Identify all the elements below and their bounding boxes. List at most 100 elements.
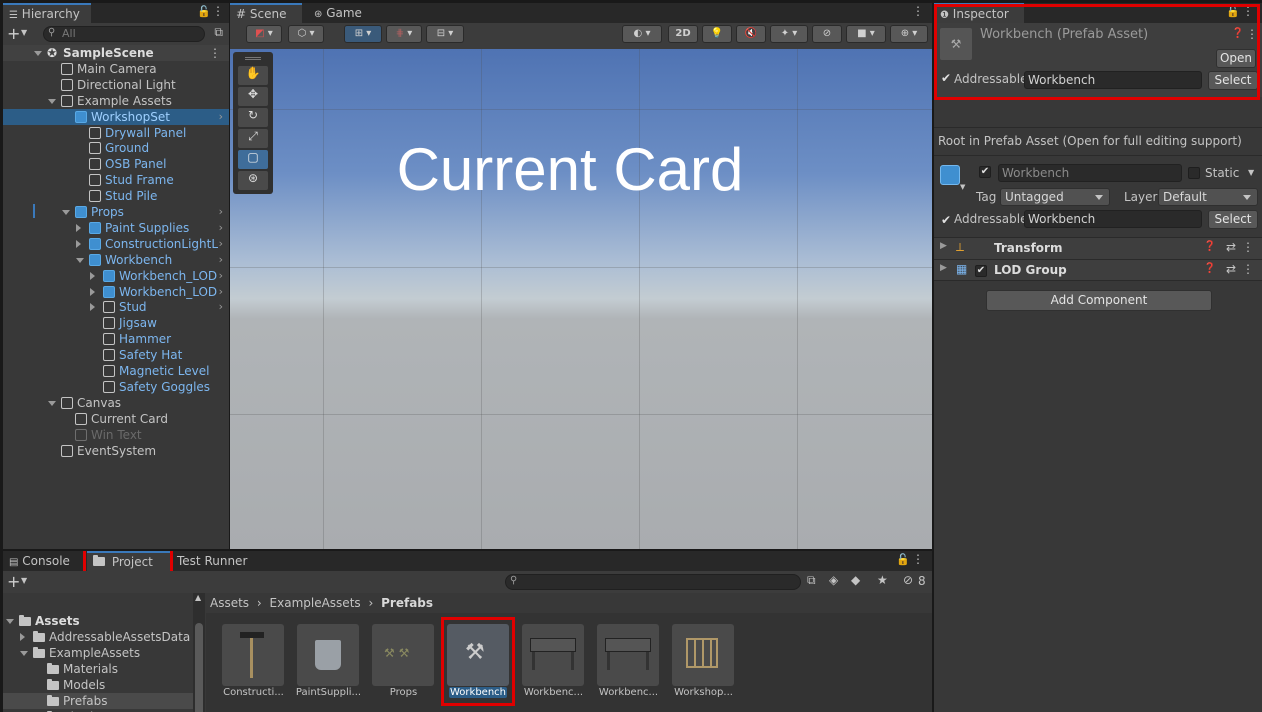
label-icon[interactable]: ◆ [851, 573, 860, 587]
hidden-objects-button[interactable]: ⊘ [812, 25, 842, 43]
scrollbar-thumb[interactable] [195, 623, 203, 712]
addressable-name-field[interactable]: Workbench [1024, 71, 1202, 89]
audio-toggle-button[interactable]: 🔇 [736, 25, 766, 43]
increment-snap-button[interactable]: ⋕ ▾ [386, 25, 422, 43]
select-button[interactable]: Select [1208, 71, 1258, 90]
addressable-checkbox-2[interactable]: ✔ [940, 214, 952, 227]
hierarchy-row[interactable]: Paint Supplies › [3, 220, 229, 236]
rotate-tool-button[interactable]: ↻ [238, 108, 268, 127]
expand-right-icon[interactable] [90, 287, 95, 296]
search-by-type-icon[interactable]: ⧉ [807, 573, 816, 588]
hierarchy-row[interactable]: Directional Light [3, 77, 229, 93]
hierarchy-row[interactable]: WorkshopSet › [3, 108, 229, 125]
open-button[interactable]: Open [1216, 49, 1256, 68]
expand-right-icon[interactable] [76, 223, 81, 232]
component-lod-group[interactable]: ▶ ▦ ✔ LOD Group ❓ ⇄ ⋮ [934, 259, 1262, 281]
scale-tool-button[interactable]: ⤢ [238, 129, 268, 148]
expand-right-icon[interactable] [20, 633, 25, 641]
hierarchy-row[interactable]: Props › [3, 204, 229, 220]
filter-type-icon[interactable]: ◈ [829, 573, 838, 587]
breadcrumb-item[interactable]: Assets [210, 596, 249, 610]
grid-snap-button[interactable]: ⊞ ▾ [344, 25, 382, 43]
tab-scene[interactable]: # Scene [230, 3, 302, 23]
align-button[interactable]: ⊟ ▾ [426, 25, 464, 43]
hierarchy-row[interactable]: Stud Pile [3, 188, 229, 204]
layer-dropdown[interactable]: Default [1158, 188, 1258, 206]
add-icon[interactable]: + [7, 572, 20, 591]
kebab-menu-icon[interactable]: ⋮ [1242, 4, 1254, 18]
static-checkbox[interactable] [1188, 167, 1200, 179]
chevron-right-icon[interactable]: › [219, 204, 223, 220]
hierarchy-row[interactable]: Magnetic Level [3, 363, 229, 379]
kebab-menu-icon[interactable]: ⋮ [212, 4, 224, 18]
chevron-down-icon[interactable]: ▼ [21, 576, 27, 585]
add-component-button[interactable]: Add Component [986, 290, 1212, 311]
2d-toggle-button[interactable]: 2D [668, 25, 698, 43]
tab-hierarchy[interactable]: ☰ Hierarchy [3, 3, 91, 23]
chevron-right-icon[interactable]: › [219, 284, 223, 300]
folder-row[interactable]: ExampleAssets [3, 645, 193, 661]
hierarchy-row[interactable]: Workbench_LOD › [3, 268, 229, 284]
project-search-input[interactable]: ⚲ [505, 574, 801, 590]
tab-inspector[interactable]: ❶ Inspector [934, 3, 1024, 23]
folder-row[interactable]: Assets [3, 613, 193, 629]
expand-right-icon[interactable] [90, 303, 95, 312]
folder-row[interactable]: Materials [3, 661, 193, 677]
chevron-right-icon[interactable]: › [219, 236, 223, 252]
move-tool-button[interactable]: ✥ [238, 87, 268, 106]
kebab-menu-icon[interactable]: ⋮ [1242, 240, 1254, 254]
expand-down-icon[interactable] [6, 619, 14, 624]
hierarchy-row[interactable]: EventSystem [3, 443, 229, 459]
asset-thumb-workbench-lod1[interactable] [597, 624, 659, 686]
hierarchy-row[interactable]: ✪ SampleScene ⋮ [3, 45, 229, 61]
add-icon[interactable]: + [7, 24, 20, 43]
hand-tool-button[interactable]: ✋ [238, 66, 268, 85]
addressable-checkbox[interactable]: ✔ [940, 72, 952, 85]
hierarchy-row[interactable]: Stud Frame [3, 172, 229, 188]
lighting-toggle-button[interactable]: 💡 [702, 25, 732, 43]
hierarchy-row[interactable]: Ground [3, 140, 229, 156]
expand-right-icon[interactable] [76, 239, 81, 248]
select-button-2[interactable]: Select [1208, 210, 1258, 229]
kebab-menu-icon[interactable]: ⋮ [912, 552, 924, 566]
folder-row[interactable]: Prefabs [3, 693, 193, 709]
chevron-right-icon[interactable]: › [219, 252, 223, 268]
search-input[interactable]: ⚲ All [43, 26, 205, 42]
folder-row[interactable]: Models [3, 677, 193, 693]
expand-down-icon[interactable] [76, 257, 84, 263]
object-name-field[interactable]: Workbench [998, 164, 1182, 182]
gizmos-button[interactable]: ⊕ ▾ [890, 25, 928, 43]
shading-mode-button[interactable]: ◩ ▾ [246, 25, 282, 43]
camera-button[interactable]: ■ ▾ [846, 25, 886, 43]
active-checkbox[interactable]: ✔ [979, 166, 991, 178]
help-icon[interactable]: ❓ [1204, 241, 1216, 252]
hierarchy-row[interactable]: Drywall Panel [3, 125, 229, 141]
chevron-right-icon[interactable]: › [219, 109, 223, 125]
scroll-up-icon[interactable]: ▲ [195, 593, 201, 602]
expand-down-icon[interactable] [20, 651, 28, 656]
hierarchy-row[interactable]: Workbench › [3, 252, 229, 268]
hierarchy-row[interactable]: Current Card [3, 411, 229, 427]
expand-down-icon[interactable] [48, 400, 56, 406]
tab-console[interactable]: ▤ Console [3, 551, 76, 571]
eye-slash-icon[interactable]: ⊘ [903, 573, 913, 587]
lod-enabled-checkbox[interactable]: ✔ [975, 265, 987, 277]
addressable-name-field-2[interactable]: Workbench [1024, 210, 1202, 228]
kebab-menu-icon[interactable]: ⋮ [1246, 27, 1258, 41]
lock-icon[interactable]: 🔓 [1226, 5, 1240, 18]
hierarchy-row[interactable]: ConstructionLightL › [3, 236, 229, 252]
lock-icon[interactable]: 🔓 [896, 553, 910, 566]
expand-right-icon[interactable] [90, 271, 95, 280]
hierarchy-row[interactable]: Safety Hat [3, 347, 229, 363]
hierarchy-row[interactable]: Hammer [3, 331, 229, 347]
tab-project[interactable]: Project [87, 551, 171, 571]
breadcrumb-item[interactable]: ExampleAssets [270, 596, 361, 610]
scene-viewport[interactable]: Current Card ✋ ✥ ↻ ⤢ ▢ ⊛ [230, 49, 932, 549]
render-mode-button[interactable]: ◐ ▾ [622, 25, 662, 43]
expand-down-icon[interactable] [62, 210, 70, 215]
hierarchy-row[interactable]: OSB Panel [3, 156, 229, 172]
draw-mode-button[interactable]: ⬡ ▾ [288, 25, 324, 43]
chevron-right-icon[interactable]: › [219, 268, 223, 284]
chevron-down-icon[interactable]: ▼ [960, 183, 965, 191]
asset-thumb-workbench-lod0[interactable] [522, 624, 584, 686]
